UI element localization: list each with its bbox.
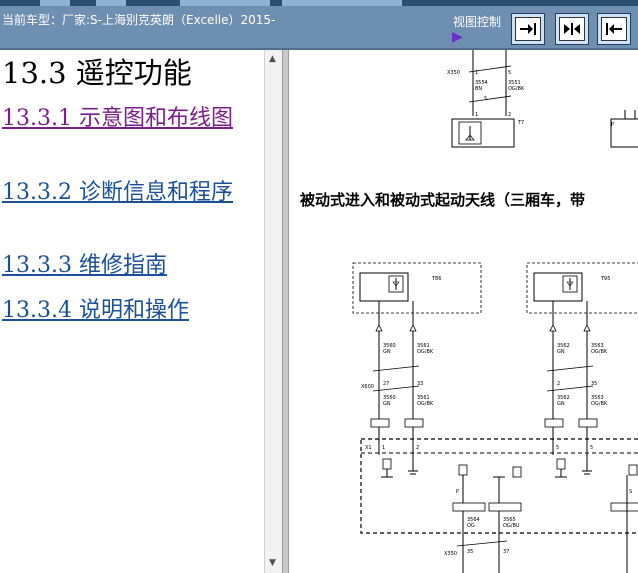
diagram-label: 2 xyxy=(508,112,511,118)
diagram-label: P xyxy=(456,489,459,495)
diagram-label: 5 xyxy=(508,70,511,76)
diagram-label: 2 xyxy=(557,381,560,387)
diagram-label: GN xyxy=(383,401,391,407)
diagram-label: 33 xyxy=(417,381,423,387)
diagram-label: 1 xyxy=(475,112,478,118)
diagram-label: OG xyxy=(467,523,475,529)
split-view-button[interactable] xyxy=(555,13,589,45)
diagram-label: 1 xyxy=(382,445,385,451)
diagram-label: X600 xyxy=(361,384,374,390)
double-arrow-icon xyxy=(564,23,580,35)
top-wiring-diagram: X350 1 5 3554 BN 3551 OG/BK S 1 2 T7 P xyxy=(447,50,638,148)
diagram-label: X1 xyxy=(365,445,372,451)
diagram-label: 2 xyxy=(416,445,419,451)
arrow-left-from-bar-icon xyxy=(606,23,622,35)
antenna-wiring-diagram: T86 3560 GN 3561 OG/BK X600 27 33 3560 G… xyxy=(352,262,638,573)
diagram-label: OG/BU xyxy=(503,523,520,529)
diagram-label: OG/BK xyxy=(417,349,434,355)
toc-link-13-3-2[interactable]: 13.3.2 诊断信息和程序 xyxy=(2,180,252,206)
diagram-label: OG/BK xyxy=(508,86,525,92)
diagram-label: S xyxy=(629,489,632,495)
view-control-label: 视图控制 xyxy=(453,15,502,29)
diagram-label: 37 xyxy=(503,549,509,555)
car-model-label: 当前车型：厂家:S-上海别克英朗（Excelle）2015- xyxy=(2,13,276,27)
triangle-pointer-icon: ▶ xyxy=(452,29,463,45)
collapse-left-pane-button[interactable] xyxy=(511,13,545,45)
diagram-label: 5 xyxy=(590,445,593,451)
diagram-label: OG/BK xyxy=(591,349,608,355)
diagram-label: X350 xyxy=(447,70,460,76)
diagram-label: 5 xyxy=(556,445,559,451)
diagram-label: 1 xyxy=(475,70,478,76)
diagram-label: T95 xyxy=(600,276,610,282)
diagram-label: GN xyxy=(383,349,391,355)
scroll-up-icon[interactable]: ▲ xyxy=(269,54,276,64)
toc-link-13-3-1[interactable]: 13.3.1 示意图和布线图 xyxy=(2,106,252,132)
svg-text:P: P xyxy=(611,122,614,128)
section-heading: 被动式进入和被动式起动天线（三厢车，带 xyxy=(300,191,586,209)
diagram-label: 35 xyxy=(591,381,597,387)
diagram-label: T7 xyxy=(517,120,524,126)
diagram-label: BN xyxy=(475,86,482,92)
page-title: 13.3 遥控功能 xyxy=(2,56,192,90)
toc-scrollbar[interactable]: ▲ ▼ xyxy=(264,50,282,573)
toc-link-13-3-4[interactable]: 13.3.4 说明和操作 xyxy=(2,298,252,324)
document-pane: X350 1 5 3554 BN 3551 OG/BK S 1 2 T7 P 被… xyxy=(289,50,638,573)
diagram-label: 35 xyxy=(467,549,473,555)
diagram-label: GN xyxy=(557,401,565,407)
pane-splitter[interactable] xyxy=(282,50,289,573)
diagram-label: GN xyxy=(557,349,565,355)
collapse-right-pane-button[interactable] xyxy=(597,13,631,45)
header-tab-strip xyxy=(0,0,638,6)
diagram-label: X350 xyxy=(444,551,457,557)
diagram-label: OG/BK xyxy=(417,401,434,407)
diagram-label: T86 xyxy=(431,276,441,282)
toc-link-13-3-3[interactable]: 13.3.3 维修指南 xyxy=(2,253,252,279)
scroll-down-icon[interactable]: ▼ xyxy=(269,558,276,568)
header-bar: 当前车型：厂家:S-上海别克英朗（Excelle）2015- 视图控制 ▶ xyxy=(0,0,638,50)
diagram-label: 27 xyxy=(383,381,389,387)
arrow-right-to-bar-icon xyxy=(520,23,536,35)
diagram-label: S xyxy=(484,96,487,102)
diagram-label: OG/BK xyxy=(591,401,608,407)
